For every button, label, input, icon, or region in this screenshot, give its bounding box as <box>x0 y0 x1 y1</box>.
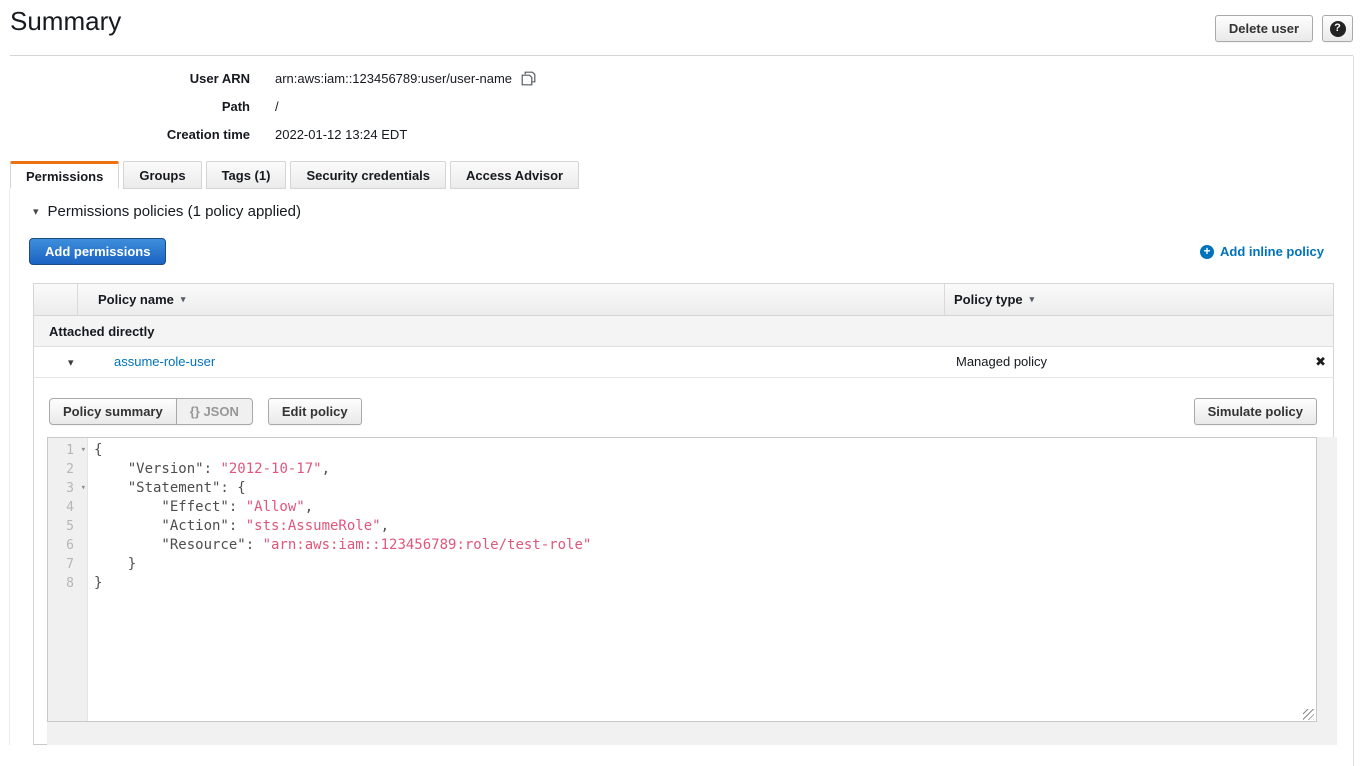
line-number: 1▾ <box>48 441 87 460</box>
policy-detail-toolbar: Policy summary {} JSON Edit policy Simul… <box>49 398 1317 425</box>
table-header: Policy name ▾ Policy type ▾ <box>33 283 1334 316</box>
meta-row-path: Path / <box>0 92 536 120</box>
fold-icon[interactable]: ▾ <box>81 441 86 460</box>
user-summary-meta: User ARN arn:aws:iam::123456789:user/use… <box>0 64 536 148</box>
add-inline-policy-label: Add inline policy <box>1220 244 1324 259</box>
permissions-policies-section-toggle[interactable]: ▾ Permissions policies (1 policy applied… <box>33 203 301 220</box>
line-number: 7 <box>48 555 87 574</box>
code-line: "Effect": "Allow", <box>94 498 1316 517</box>
line-number: 5 <box>48 517 87 536</box>
line-number: 2 <box>48 460 87 479</box>
header-divider <box>10 55 1353 56</box>
code-line: "Action": "sts:AssumeRole", <box>94 517 1316 536</box>
tab-access-advisor[interactable]: Access Advisor <box>450 161 579 189</box>
user-arn-value: arn:aws:iam::123456789:user/user-name <box>275 71 512 86</box>
tab-permissions[interactable]: Permissions <box>10 161 119 189</box>
tab-tags[interactable]: Tags (1) <box>206 161 287 189</box>
line-number: 3▾ <box>48 479 87 498</box>
json-editor-frame: 1▾ 2 3▾ 4 5 6 7 8 { "Version": "2012-10-… <box>47 437 1337 745</box>
tab-panel-left-border <box>9 189 10 745</box>
fold-icon[interactable]: ▾ <box>81 479 86 498</box>
code-line: { <box>94 441 1316 460</box>
policy-name-link[interactable]: assume-role-user <box>114 354 215 369</box>
policies-table: Policy name ▾ Policy type ▾ Attached dir… <box>33 283 1334 745</box>
group-row-label: Attached directly <box>49 324 154 339</box>
tab-security-credentials[interactable]: Security credentials <box>290 161 446 189</box>
meta-row-user-arn: User ARN arn:aws:iam::123456789:user/use… <box>0 64 536 92</box>
tab-groups[interactable]: Groups <box>123 161 201 189</box>
line-number: 8 <box>48 574 87 593</box>
policy-name-column-header[interactable]: Policy name ▾ <box>78 284 945 315</box>
code-line: } <box>94 555 1316 574</box>
plus-icon: + <box>1200 245 1214 259</box>
editor-resize-handle[interactable] <box>1303 709 1314 720</box>
editor-line-number-gutter: 1▾ 2 3▾ 4 5 6 7 8 <box>48 438 88 721</box>
sort-icon: ▾ <box>181 294 186 305</box>
table-row: ▾ assume-role-user Managed policy ✖ <box>33 347 1334 378</box>
json-button[interactable]: {} JSON <box>176 398 253 425</box>
line-number: 4 <box>48 498 87 517</box>
tab-bar: Permissions Groups Tags (1) Security cre… <box>10 161 579 189</box>
code-line: } <box>94 574 1316 593</box>
copy-icon[interactable] <box>521 71 536 86</box>
page-title: Summary <box>10 6 121 37</box>
code-line: "Version": "2012-10-17", <box>94 460 1316 479</box>
add-inline-policy-link[interactable]: + Add inline policy <box>1200 244 1324 259</box>
collapse-arrow-icon: ▾ <box>33 205 39 218</box>
user-arn-label: User ARN <box>0 71 250 86</box>
path-value: / <box>275 99 279 114</box>
json-editor[interactable]: 1▾ 2 3▾ 4 5 6 7 8 { "Version": "2012-10-… <box>47 437 1317 722</box>
creation-time-label: Creation time <box>0 127 250 142</box>
meta-row-creation-time: Creation time 2022-01-12 13:24 EDT <box>0 120 536 148</box>
edit-policy-button[interactable]: Edit policy <box>268 398 362 425</box>
policy-summary-button[interactable]: Policy summary <box>49 398 177 425</box>
policy-detail-panel: Policy summary {} JSON Edit policy Simul… <box>33 378 1334 745</box>
code-line: "Statement": { <box>94 479 1316 498</box>
code-line: "Resource": "arn:aws:iam::123456789:role… <box>94 536 1316 555</box>
policy-name-header-label: Policy name <box>98 292 174 307</box>
help-icon: ? <box>1330 21 1346 37</box>
line-number: 6 <box>48 536 87 555</box>
help-button[interactable]: ? <box>1322 15 1353 42</box>
actions-column-header <box>1304 284 1333 315</box>
content-right-border <box>1353 56 1354 766</box>
group-row-attached-directly: Attached directly <box>33 316 1334 347</box>
row-expand-icon[interactable]: ▾ <box>68 356 74 369</box>
header-actions: Delete user ? <box>1215 15 1353 42</box>
delete-user-button[interactable]: Delete user <box>1215 15 1313 42</box>
simulate-policy-button[interactable]: Simulate policy <box>1194 398 1317 425</box>
remove-policy-icon[interactable]: ✖ <box>1315 354 1326 370</box>
policy-type-value: Managed policy <box>956 354 1047 369</box>
editor-code-area[interactable]: { "Version": "2012-10-17", "Statement": … <box>88 438 1316 721</box>
policy-type-header-label: Policy type <box>954 292 1023 307</box>
sort-icon: ▾ <box>1030 294 1035 305</box>
section-title: Permissions policies (1 policy applied) <box>48 203 301 220</box>
creation-time-value: 2022-01-12 13:24 EDT <box>275 127 407 142</box>
policy-type-column-header[interactable]: Policy type ▾ <box>945 284 1304 315</box>
expand-column-header <box>34 284 78 315</box>
path-label: Path <box>0 99 250 114</box>
add-permissions-button[interactable]: Add permissions <box>29 238 166 265</box>
